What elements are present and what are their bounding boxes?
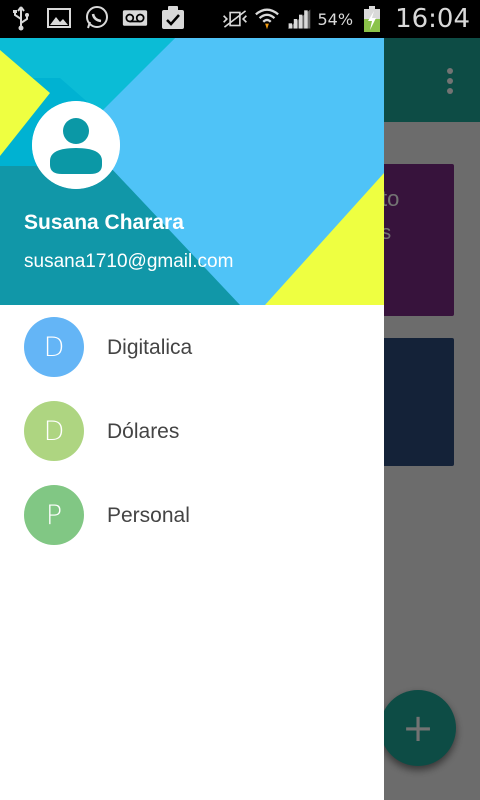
battery-charging-icon: [359, 6, 385, 32]
battery-percent: 54%: [317, 9, 354, 29]
clipboard-check-icon: [160, 5, 186, 31]
account-initial-avatar: D: [24, 317, 84, 377]
account-list: D Digitalica D Dólares P Personal: [0, 306, 384, 558]
mute-vibrate-icon: [222, 6, 248, 32]
wifi-icon: [254, 6, 280, 32]
user-name: Susana Charara: [24, 211, 184, 234]
drawer-header: Susana Charara susana1710@gmail.com: [0, 38, 384, 305]
drawer-item-personal[interactable]: P Personal: [0, 474, 384, 558]
drawer-item-label: Digitalica: [107, 336, 193, 359]
drawer-item-digitalica[interactable]: D Digitalica: [0, 306, 384, 390]
account-initial-avatar: P: [24, 485, 84, 545]
notification-icons: [8, 5, 186, 31]
signal-icon: [286, 6, 312, 32]
whatsapp-icon: [84, 5, 110, 31]
drawer-item-dolares[interactable]: D Dólares: [0, 390, 384, 474]
usb-icon: [8, 5, 34, 31]
voicemail-icon: [122, 5, 148, 31]
user-avatar[interactable]: [32, 101, 120, 189]
account-initial-avatar: D: [24, 401, 84, 461]
drawer-item-label: Dólares: [107, 420, 180, 443]
user-email: susana1710@gmail.com: [24, 251, 234, 272]
image-icon: [46, 5, 72, 31]
system-icons: 54% 16:04: [222, 4, 470, 34]
navigation-drawer: Susana Charara susana1710@gmail.com D Di…: [0, 38, 384, 800]
drawer-item-label: Personal: [107, 504, 190, 527]
status-bar: 54% 16:04: [0, 0, 480, 38]
person-icon: [32, 101, 120, 189]
clock: 16:04: [395, 4, 470, 34]
